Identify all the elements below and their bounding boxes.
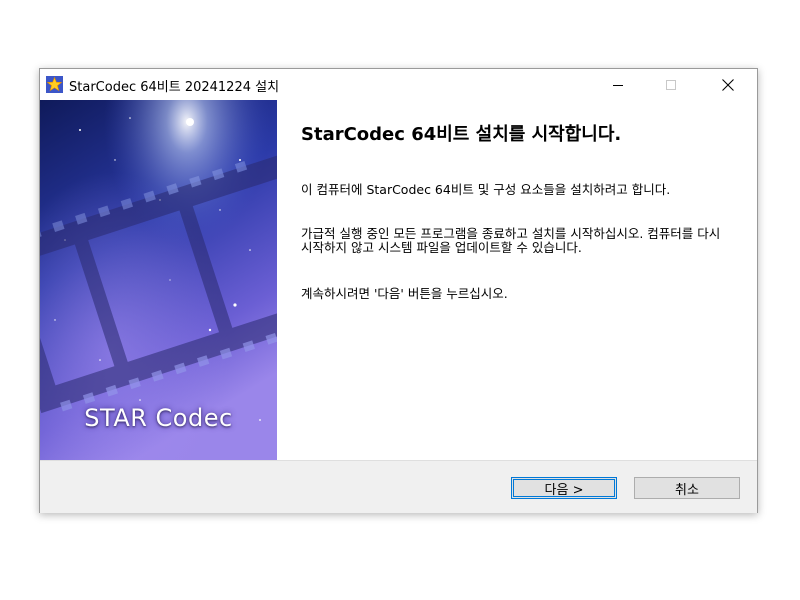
installer-window: StarCodec 64비트 20241224 설치 STAR Codec St… xyxy=(39,68,758,513)
maximize-button[interactable] xyxy=(648,69,694,100)
title-bar[interactable]: StarCodec 64비트 20241224 설치 xyxy=(40,69,757,100)
maximize-icon xyxy=(666,79,676,90)
button-bar: 다음 > 취소 xyxy=(40,460,757,513)
banner-brand-text: STAR Codec xyxy=(84,404,233,432)
window-title: StarCodec 64비트 20241224 설치 xyxy=(69,80,280,95)
intro-paragraph: 이 컴퓨터에 StarCodec 64비트 및 구성 요소들을 설치하려고 합니… xyxy=(301,182,671,197)
close-programs-paragraph: 가급적 실행 중인 모든 프로그램을 종료하고 설치를 시작하십시오. 컴퓨터를… xyxy=(301,226,721,255)
close-button[interactable] xyxy=(705,69,751,100)
continue-paragraph: 계속하시려면 '다음' 버튼을 누르십시오. xyxy=(301,286,508,301)
cancel-button[interactable]: 취소 xyxy=(634,477,740,499)
next-button[interactable]: 다음 > xyxy=(511,477,617,499)
close-icon xyxy=(722,78,734,91)
welcome-content: StarCodec 64비트 설치를 시작합니다. 이 컴퓨터에 StarCod… xyxy=(277,100,757,460)
installer-banner: STAR Codec xyxy=(40,100,277,460)
minimize-button[interactable] xyxy=(595,69,641,100)
minimize-icon xyxy=(613,84,623,86)
welcome-heading: StarCodec 64비트 설치를 시작합니다. xyxy=(301,124,622,145)
starcodec-star-icon xyxy=(46,76,63,93)
